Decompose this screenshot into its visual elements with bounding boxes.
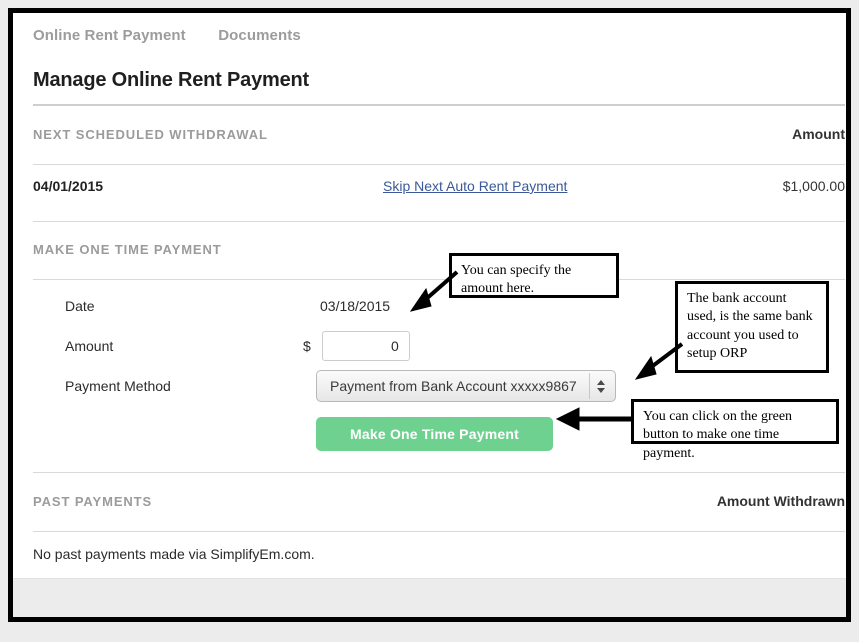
make-one-time-payment-button[interactable]: Make One Time Payment xyxy=(316,417,553,451)
tab-documents[interactable]: Documents xyxy=(218,27,301,44)
payment-method-label: Payment Method xyxy=(33,378,318,394)
chevron-up-icon xyxy=(597,380,605,385)
amount-label: Amount xyxy=(33,338,318,354)
tab-bar: Online Rent Payment Documents xyxy=(25,13,839,57)
next-scheduled-amount-value: $1,000.00 xyxy=(715,178,845,194)
payment-method-select[interactable]: Payment from Bank Account xxxxx9867 xyxy=(316,370,616,402)
amount-input[interactable] xyxy=(322,331,410,361)
next-scheduled-date: 04/01/2015 xyxy=(33,178,353,194)
past-payments-header: PAST PAYMENTS Amount Withdrawn xyxy=(33,473,845,519)
tab-online-rent-payment[interactable]: Online Rent Payment xyxy=(33,27,186,44)
payment-method-selected-value: Payment from Bank Account xxxxx9867 xyxy=(317,378,577,394)
one-time-payment-header: MAKE ONE TIME PAYMENT xyxy=(33,222,845,267)
date-value: 03/18/2015 xyxy=(318,298,390,314)
next-scheduled-label: NEXT SCHEDULED WITHDRAWAL xyxy=(33,127,268,142)
annotation-callout-bank-account: The bank account used, is the same bank … xyxy=(675,281,829,373)
past-payments-empty-text: No past payments made via SimplifyEm.com… xyxy=(33,532,845,576)
next-scheduled-amount-header: Amount xyxy=(792,126,845,142)
next-scheduled-row: 04/01/2015 Skip Next Auto Rent Payment $… xyxy=(33,165,845,209)
annotation-callout-amount: You can specify the amount here. xyxy=(449,253,619,298)
screenshot-root: Online Rent Payment Documents Manage Onl… xyxy=(0,0,859,642)
date-label: Date xyxy=(33,298,318,314)
chevron-down-icon xyxy=(597,388,605,393)
payment-method-value-cell: Payment from Bank Account xxxxx9867 xyxy=(318,370,845,402)
currency-symbol: $ xyxy=(303,338,311,354)
skip-next-payment-cell: Skip Next Auto Rent Payment xyxy=(353,178,715,196)
annotation-arrow-green-button xyxy=(549,404,635,434)
next-scheduled-header: NEXT SCHEDULED WITHDRAWAL Amount xyxy=(33,106,845,152)
skip-next-auto-rent-payment-link[interactable]: Skip Next Auto Rent Payment xyxy=(383,178,567,194)
annotated-frame: Online Rent Payment Documents Manage Onl… xyxy=(8,8,851,622)
one-time-payment-label: MAKE ONE TIME PAYMENT xyxy=(33,242,222,257)
annotation-arrow-amount xyxy=(405,269,461,313)
footer-strip xyxy=(13,578,846,617)
page-title: Manage Online Rent Payment xyxy=(25,69,839,92)
select-stepper-icon[interactable] xyxy=(589,373,612,399)
annotation-arrow-bank-account xyxy=(630,341,686,381)
annotation-callout-green-button: You can click on the green button to mak… xyxy=(631,399,839,444)
amount-withdrawn-header: Amount Withdrawn xyxy=(717,493,845,509)
past-payments-label: PAST PAYMENTS xyxy=(33,494,152,509)
